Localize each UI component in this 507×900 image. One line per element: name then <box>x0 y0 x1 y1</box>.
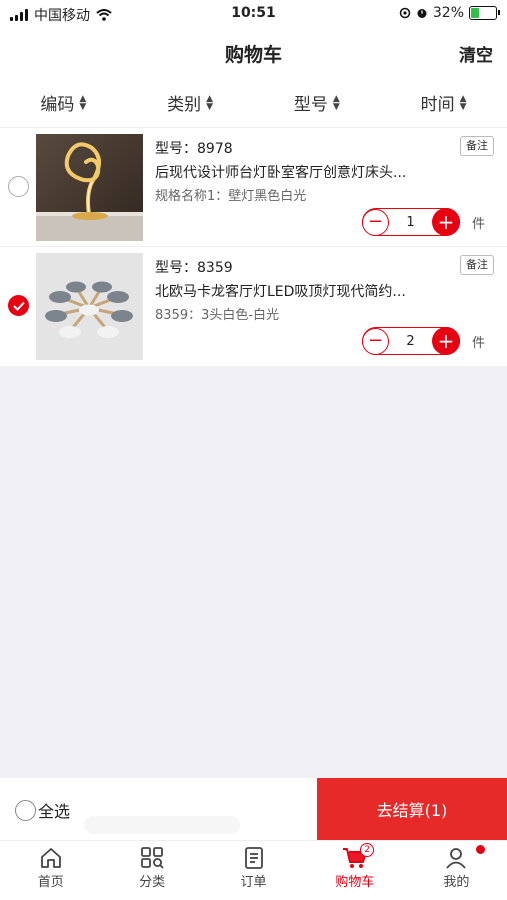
battery-percent: 32% <box>432 5 464 21</box>
sort-by-model[interactable]: 型号 ▲ ▼ <box>254 78 381 127</box>
checkmark-icon <box>12 301 25 311</box>
decrease-button[interactable]: − <box>362 327 389 355</box>
page-title: 购物车 <box>224 44 282 66</box>
item-select-radio[interactable] <box>8 295 29 316</box>
sort-by-code[interactable]: 编码 ▲ ▼ <box>0 78 127 127</box>
quantity-unit: 件 <box>472 217 486 232</box>
status-bar: 中国移动 10:51 32% <box>0 0 507 28</box>
total-placeholder <box>84 816 240 834</box>
home-icon <box>40 848 61 868</box>
select-all[interactable]: 全选 <box>15 798 70 822</box>
item-model: 型号：8978 <box>155 141 233 157</box>
user-icon <box>446 848 467 869</box>
sort-by-time[interactable]: 时间 ▲ ▼ <box>380 78 507 127</box>
sort-label: 型号 <box>293 95 328 115</box>
note-button[interactable]: 备注 <box>460 255 494 275</box>
tab-label: 分类 <box>139 875 166 890</box>
status-right: 32% <box>399 5 500 21</box>
item-name[interactable]: 北欧马卡龙客厅灯LED吸顶灯现代简约... <box>155 281 445 301</box>
tab-home[interactable]: 首页 <box>0 841 101 900</box>
battery-icon <box>469 6 500 20</box>
item-spec: 8359：3头白色-白光 <box>155 308 280 323</box>
tab-label: 我的 <box>443 875 470 890</box>
sort-label: 编码 <box>40 95 75 115</box>
cart-item: 型号：8359 北欧马卡龙客厅灯LED吸顶灯现代简约... 8359：3头白色-… <box>0 247 507 367</box>
cart-list: 型号：8978 后现代设计师台灯卧室客厅创意灯床头... 规格名称1：壁灯黑色白… <box>0 128 507 367</box>
item-spec: 规格名称1：壁灯黑色白光 <box>155 189 307 204</box>
alarm-icon <box>417 9 427 18</box>
category-icon <box>141 847 164 869</box>
notification-dot <box>475 845 485 854</box>
tab-orders[interactable]: 订单 <box>203 841 304 900</box>
tab-label: 首页 <box>37 875 64 890</box>
checkout-bar: 全选 去结算(1) <box>0 778 507 840</box>
nav-bar: 购物车 清空 <box>0 28 507 78</box>
clear-button[interactable]: 清空 <box>459 41 493 66</box>
note-button[interactable]: 备注 <box>460 136 494 156</box>
decrease-button[interactable]: − <box>362 208 389 236</box>
sort-arrows-icon: ▲ ▼ <box>206 93 214 112</box>
quantity-value[interactable]: 2 <box>406 334 414 349</box>
tab-category[interactable]: 分类 <box>101 841 202 900</box>
item-name[interactable]: 后现代设计师台灯卧室客厅创意灯床头... <box>155 162 445 182</box>
tab-label: 购物车 <box>335 875 375 890</box>
item-model: 型号：8359 <box>155 260 233 276</box>
select-all-label: 全选 <box>38 802 71 821</box>
quantity-stepper: − 1 + <box>362 208 460 236</box>
quantity-unit: 件 <box>472 336 486 351</box>
tab-cart[interactable]: 2 购物车 <box>304 841 405 900</box>
product-image[interactable] <box>36 253 143 360</box>
sort-label: 时间 <box>420 95 455 115</box>
tab-mine[interactable]: 我的 <box>406 841 507 900</box>
tab-bar: 首页 分类 订单 2 购物车 我的 <box>0 840 507 900</box>
cart-item: 型号：8978 后现代设计师台灯卧室客厅创意灯床头... 规格名称1：壁灯黑色白… <box>0 128 507 247</box>
item-select-radio[interactable] <box>8 176 29 197</box>
quantity-stepper: − 2 + <box>362 327 460 355</box>
sort-arrows-icon: ▲ ▼ <box>459 93 467 112</box>
increase-button[interactable]: + <box>432 327 460 355</box>
select-all-radio[interactable] <box>15 799 36 821</box>
order-icon <box>244 847 263 869</box>
sort-arrows-icon: ▲ ▼ <box>332 93 340 112</box>
sort-by-category[interactable]: 类别 ▲ ▼ <box>127 78 254 127</box>
quantity-value[interactable]: 1 <box>406 215 414 230</box>
checkout-button[interactable]: 去结算(1) <box>317 778 507 840</box>
product-image[interactable] <box>36 134 143 241</box>
sort-label: 类别 <box>167 95 202 115</box>
sort-arrows-icon: ▲ ▼ <box>79 93 87 112</box>
location-lock-icon <box>399 7 411 19</box>
sort-bar: 编码 ▲ ▼ 类别 ▲ ▼ 型号 ▲ ▼ 时间 ▲ ▼ <box>0 78 507 128</box>
tab-label: 订单 <box>240 875 267 890</box>
increase-button[interactable]: + <box>432 208 460 236</box>
cart-badge: 2 <box>360 843 375 857</box>
